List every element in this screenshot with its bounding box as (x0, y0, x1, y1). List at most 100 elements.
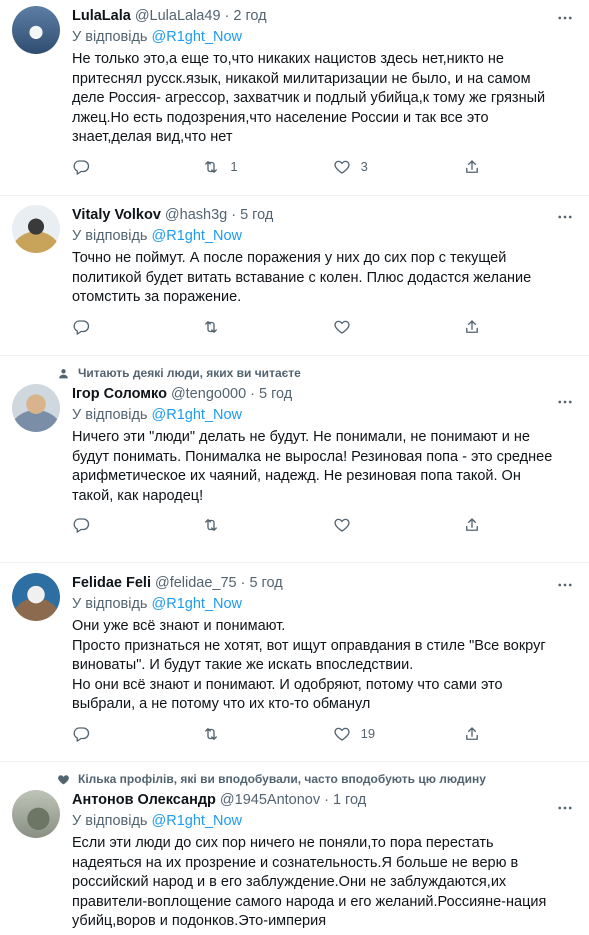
action-bar: 19 (64, 715, 489, 753)
reply-mention-link[interactable]: @R1ght_Now (152, 407, 242, 423)
retweet-icon (194, 717, 228, 751)
user-handle[interactable]: @hash3g (165, 205, 227, 225)
share-button[interactable] (455, 717, 489, 751)
share-button[interactable] (455, 508, 489, 542)
avatar[interactable] (12, 790, 60, 838)
tweet-text-line: такой, как народец! (72, 487, 204, 504)
retweet-button[interactable] (194, 508, 304, 542)
reply-button[interactable] (64, 508, 174, 542)
tweet-text-line: притеснял русск.язык, никакой милитариза… (72, 70, 531, 87)
tweet-text-line: Не только это,а еще то,что никаких нацис… (72, 51, 504, 67)
avatar[interactable] (12, 384, 60, 432)
avatar[interactable] (12, 205, 60, 253)
tweet-text: Ничего эти "люди" делать не будут. Не по… (72, 428, 577, 506)
tweet-text-line: Но они всё знают и понимают. И одобряют,… (72, 676, 503, 693)
reply-mention-link[interactable]: @R1ght_Now (152, 813, 242, 829)
reply-button[interactable] (64, 150, 174, 184)
reply-prefix: У відповідь (72, 813, 148, 829)
reply-mention-link[interactable]: @R1ght_Now (152, 596, 242, 612)
reply-mention-link[interactable]: @R1ght_Now (152, 29, 242, 45)
replying-to: У відповідь @R1ght_Now (72, 26, 577, 48)
like-button[interactable]: 19 (325, 717, 435, 751)
reply-mention-link[interactable]: @R1ght_Now (152, 228, 242, 244)
user-handle[interactable]: @tengo000 (171, 384, 246, 404)
tweet[interactable]: Кілька профілів, які ви вподобували, час… (0, 768, 589, 935)
like-count: 3 (360, 159, 368, 174)
tweet[interactable]: Vitaly Volkov @hash3g · 5 год У відповід… (0, 196, 589, 356)
reply-button[interactable] (64, 717, 174, 751)
timestamp[interactable]: 5 год (259, 384, 292, 404)
share-button[interactable] (455, 150, 489, 184)
tweet[interactable]: Felidae Feli @felidae_75 · 5 год У відпо… (0, 563, 589, 762)
reply-icon (64, 310, 98, 344)
replying-to: У відповідь @R1ght_Now (72, 810, 577, 832)
display-name[interactable]: Антонов Олександр (72, 790, 216, 810)
timestamp[interactable]: 5 год (249, 573, 282, 593)
like-button[interactable] (325, 508, 435, 542)
reply-prefix: У відповідь (72, 407, 148, 423)
user-handle[interactable]: @LulaLala49 (135, 6, 221, 26)
like-button[interactable] (325, 310, 435, 344)
user-handle[interactable]: @1945Antonov (220, 790, 320, 810)
display-name[interactable]: Vitaly Volkov (72, 205, 161, 225)
more-icon[interactable] (555, 392, 575, 412)
action-bar (64, 932, 489, 935)
retweet-button[interactable] (194, 310, 304, 344)
retweet-icon (194, 310, 228, 344)
display-name[interactable]: LulaLala (72, 6, 131, 26)
share-button[interactable] (455, 310, 489, 344)
retweet-button[interactable]: 1 (194, 150, 304, 184)
tweet[interactable]: Читають деякі люди, яких ви читаєте Ігор… (0, 362, 589, 563)
share-icon (455, 310, 489, 344)
reply-icon (64, 717, 98, 751)
like-count: 19 (360, 726, 376, 741)
heart-icon (56, 772, 70, 786)
tweet[interactable]: LulaLala @LulaLala49 · 2 год У відповідь… (0, 0, 589, 196)
retweet-icon (194, 150, 228, 184)
retweet-icon (194, 508, 228, 542)
share-icon (455, 508, 489, 542)
more-icon[interactable] (555, 207, 575, 227)
more-icon[interactable] (555, 8, 575, 28)
action-bar: 1 3 (64, 148, 489, 186)
user-handle[interactable]: @felidae_75 (155, 573, 237, 593)
action-bar (64, 506, 489, 544)
display-name[interactable]: Ігор Соломко (72, 384, 167, 404)
tweet-text-line: выбрали, а не потому что их кто-то обман… (72, 696, 371, 712)
reply-icon (64, 150, 98, 184)
retweet-count: 1 (230, 159, 238, 174)
tweet-text-line: убийц,воров и подонков.Это-империя (72, 913, 327, 929)
more-icon[interactable] (555, 798, 575, 818)
tweet-text-line: Просто признаться не хотят, вот ищут опр… (72, 637, 546, 654)
action-bar (64, 308, 489, 346)
like-icon (325, 310, 359, 344)
tweet-text-line: арифметическое их чаяний, надежд. Не рез… (72, 468, 521, 484)
timestamp[interactable]: 1 год (333, 790, 366, 810)
timestamp[interactable]: 5 год (240, 205, 273, 225)
reply-button[interactable] (64, 310, 174, 344)
more-icon[interactable] (555, 575, 575, 595)
avatar[interactable] (12, 573, 60, 621)
replying-to: У відповідь @R1ght_Now (72, 593, 577, 615)
timestamp[interactable]: 2 год (233, 6, 266, 26)
reply-prefix: У відповідь (72, 228, 148, 244)
tweet-text-line: Они уже всё знают и понимают. (72, 618, 286, 634)
tweet-text: Не только это,а еще то,что никаких нацис… (72, 50, 577, 148)
tweet-text-line: деле Россия- агрессор, захватчик и подлы… (72, 90, 546, 106)
tweet-text: Если эти люди до сих пор ничего не понял… (72, 834, 577, 932)
display-name[interactable]: Felidae Feli (72, 573, 151, 593)
retweet-button[interactable] (194, 717, 304, 751)
timeline: LulaLala @LulaLala49 · 2 год У відповідь… (0, 0, 589, 935)
like-button[interactable]: 3 (325, 150, 435, 184)
separator-dot: · (231, 207, 237, 223)
tweet-text-line: политикой будет витать вставание с колен… (72, 269, 532, 286)
reply-prefix: У відповідь (72, 596, 148, 612)
share-icon (455, 717, 489, 751)
avatar[interactable] (12, 6, 60, 54)
tweet-text-line: надеяться на их прозрение и сознательнос… (72, 854, 519, 871)
replying-to: У відповідь @R1ght_Now (72, 404, 577, 426)
separator-dot: · (324, 792, 329, 808)
reply-icon (64, 508, 98, 542)
tweet-text: Они уже всё знают и понимают. Просто приз… (72, 617, 577, 715)
social-context-text: Читають деякі люди, яких ви читаєте (78, 366, 301, 380)
